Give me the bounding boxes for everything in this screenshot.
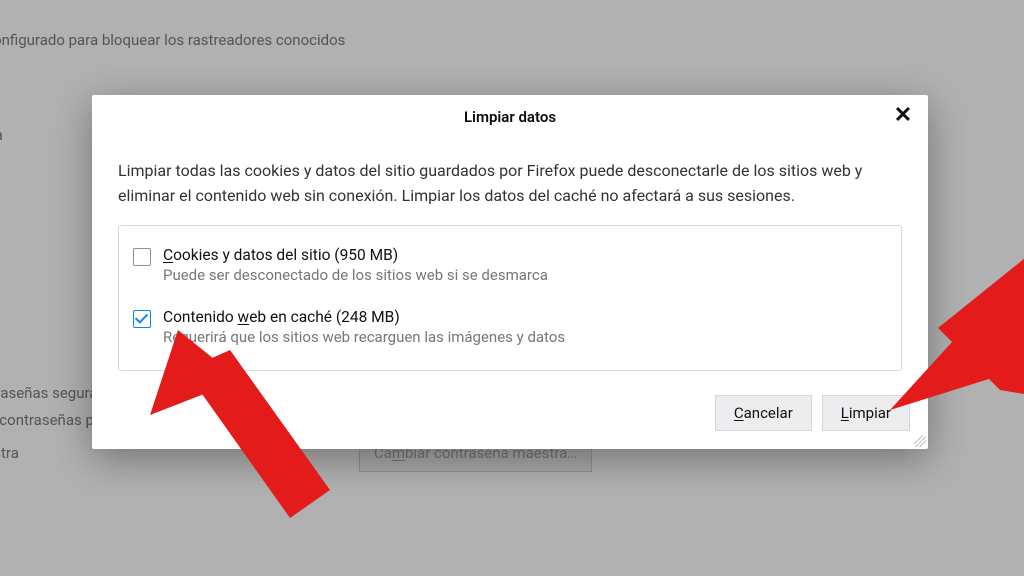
cookies-checkbox[interactable] xyxy=(133,248,151,266)
cookies-option[interactable]: Cookies y datos del sitio (950 MB) Puede… xyxy=(133,240,887,294)
cookies-option-label: Cookies y datos del sitio (950 MB) xyxy=(163,246,887,264)
resize-grip-icon[interactable] xyxy=(914,435,926,447)
dialog-title: Limpiar datos xyxy=(464,108,556,126)
cancel-button[interactable]: Cancelar xyxy=(715,395,812,431)
cookies-option-sub: Puede ser desconectado de los sitios web… xyxy=(163,266,887,284)
cache-checkbox[interactable] xyxy=(133,310,151,328)
cache-option-label: Contenido web en caché (248 MB) xyxy=(163,308,887,326)
clear-data-dialog: Limpiar datos ✕ Limpiar todas las cookie… xyxy=(92,95,928,449)
cache-option[interactable]: Contenido web en caché (248 MB) Requerir… xyxy=(133,294,887,356)
close-icon[interactable]: ✕ xyxy=(884,97,922,135)
cache-option-sub: Requerirá que los sitios web recarguen l… xyxy=(163,328,887,346)
dialog-description: Limpiar todas las cookies y datos del si… xyxy=(118,159,902,209)
dialog-header: Limpiar datos ✕ xyxy=(92,95,928,139)
dialog-footer: Cancelar Limpiar xyxy=(92,381,928,449)
clear-button[interactable]: Limpiar xyxy=(822,395,910,431)
options-container: Cookies y datos del sitio (950 MB) Puede… xyxy=(118,225,902,371)
